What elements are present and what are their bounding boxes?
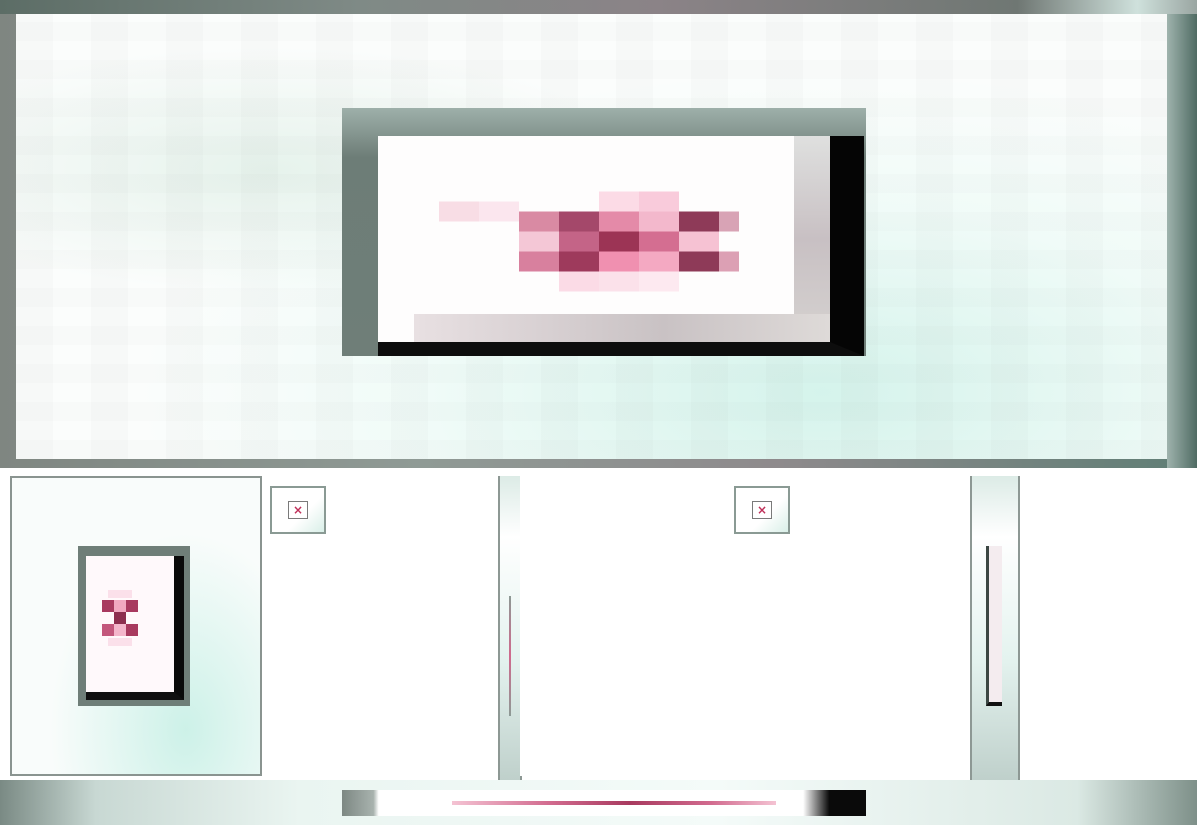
- thumbnail-item[interactable]: [1020, 476, 1197, 776]
- broken-image-icon-face: [378, 136, 864, 356]
- error-x-icon: ×: [288, 501, 308, 519]
- broken-image-icon: [342, 108, 866, 356]
- thumbnail-item-narrow[interactable]: [970, 476, 1020, 780]
- handle-line: [509, 596, 511, 716]
- scrollbar-thumb-preview: [452, 801, 776, 805]
- broken-image-icon-face: [86, 556, 184, 700]
- scrollbar-thumb[interactable]: [342, 790, 866, 816]
- thumbnail-divider-handle[interactable]: [498, 476, 522, 780]
- broken-image-icon: [78, 546, 190, 706]
- thumbnail-item[interactable]: ×: [520, 476, 970, 776]
- broken-image-icon: ×: [270, 486, 326, 534]
- error-x-icon: [102, 590, 138, 646]
- broken-image-icon: [986, 546, 1002, 706]
- error-x-icon: ×: [752, 501, 772, 519]
- error-x-icon: [439, 191, 739, 292]
- icon-shade-bottom: [414, 314, 830, 342]
- main-image-viewer: [0, 0, 1197, 468]
- viewer-edge: [1167, 14, 1197, 468]
- viewer-top-bar: [0, 0, 1197, 14]
- thumbnail-item[interactable]: ×: [264, 476, 496, 776]
- thumbnail-strip: × ×: [0, 468, 1197, 780]
- icon-shade-right: [794, 136, 830, 342]
- horizontal-scrollbar[interactable]: [0, 780, 1197, 825]
- thumbnail-selected[interactable]: [10, 476, 262, 776]
- broken-image-icon: ×: [734, 486, 790, 534]
